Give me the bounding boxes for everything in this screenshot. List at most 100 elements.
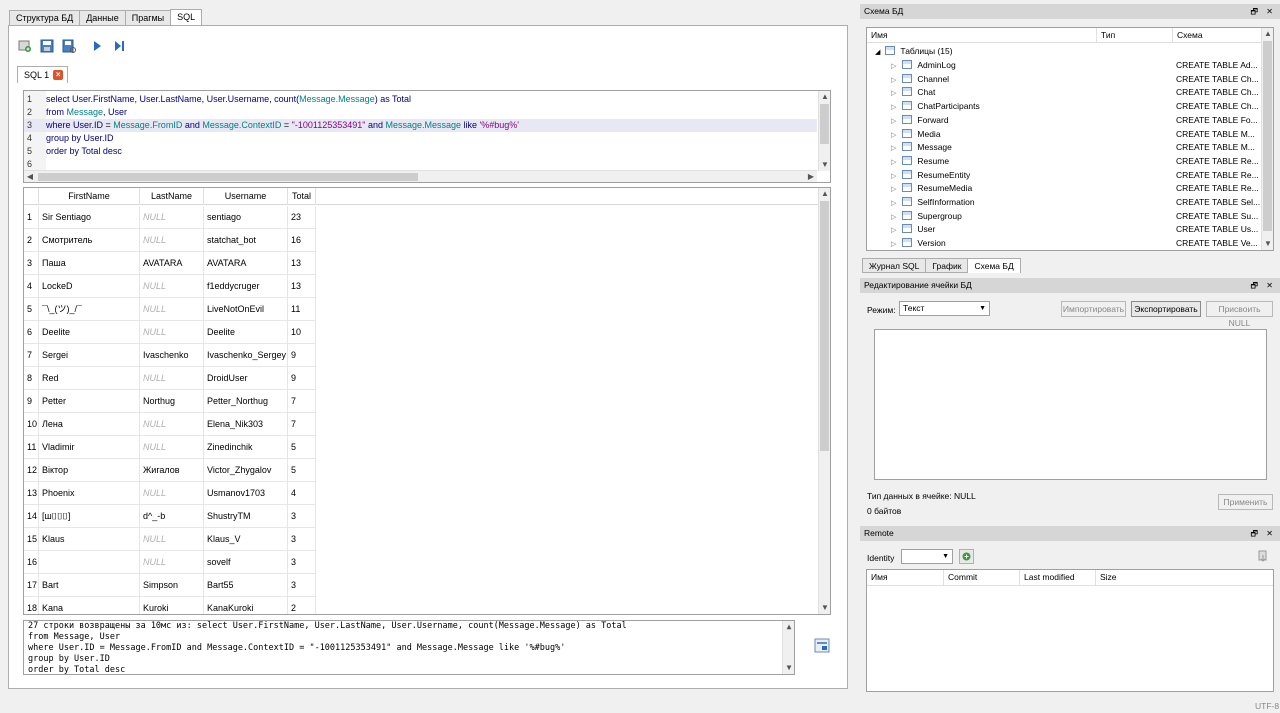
table-row[interactable]: 2 Смотритель NULL statchat_bot 16 [24,229,818,252]
tree-item-table[interactable]: ▷ ResumeMedia CREATE TABLE Re... [867,182,1263,196]
expand-icon[interactable]: ▷ [891,104,896,111]
tab-db-schema[interactable]: Схема БД [967,258,1021,273]
scroll-up-icon[interactable]: ▲ [819,188,830,200]
table-row[interactable]: 1 Sir Sentiago NULL sentiago 23 [24,206,818,229]
table-cell[interactable]: Лена [39,413,140,436]
table-row[interactable]: 8 Red NULL DroidUser 9 [24,367,818,390]
table-cell[interactable]: 11 [288,298,316,321]
column-header[interactable]: Commit [944,570,1020,585]
table-cell[interactable]: Deelite [204,321,288,344]
table-cell[interactable]: f1eddycruger [204,275,288,298]
table-cell[interactable]: 3 [288,528,316,551]
table-row[interactable]: 4 LockeD NULL f1eddycruger 13 [24,275,818,298]
grid-vertical-scrollbar[interactable]: ▲ ▼ [818,188,830,614]
table-cell[interactable]: Bart [39,574,140,597]
column-header[interactable]: Имя [867,28,1097,42]
table-cell[interactable]: Simpson [140,574,204,597]
scroll-thumb[interactable] [38,173,418,181]
expand-icon[interactable]: ▷ [891,241,896,248]
expand-icon[interactable]: ▷ [891,186,896,193]
mode-select[interactable]: Текст ▼ [899,301,990,316]
column-header[interactable]: Имя [867,570,944,585]
tree-item-table[interactable]: ▷ Chat CREATE TABLE Ch... [867,86,1263,100]
table-row[interactable]: 14 [ш⌷⌷⌷] d^_-b ShustryTM 3 [24,505,818,528]
table-cell[interactable]: d^_-b [140,505,204,528]
tree-item-table[interactable]: ▷ Channel CREATE TABLE Ch... [867,73,1263,87]
table-cell[interactable]: LiveNotOnEvil [204,298,288,321]
schema-vertical-scrollbar[interactable]: ▲ ▼ [1261,28,1273,250]
panel-float-close-icon[interactable]: 🗗 ✕ [1251,526,1276,541]
save-icon[interactable] [39,38,55,54]
scroll-up-icon[interactable]: ▲ [783,621,794,633]
tree-item-table[interactable]: ▷ Supergroup CREATE TABLE Su... [867,210,1263,224]
stop-execution-icon[interactable] [814,638,830,656]
set-null-button[interactable]: Присвоить NULL [1206,301,1273,328]
scroll-down-icon[interactable]: ▼ [1262,238,1273,250]
table-row[interactable]: 18 Kana Kuroki KanaKuroki 2 [24,597,818,614]
scroll-down-icon[interactable]: ▼ [819,159,830,171]
table-cell[interactable]: Klaus [39,528,140,551]
table-cell[interactable]: 3 [288,551,316,574]
table-cell[interactable]: NULL [140,275,204,298]
table-cell[interactable]: NULL [140,482,204,505]
panel-float-close-icon[interactable]: 🗗 ✕ [1251,4,1276,19]
table-cell[interactable]: AVATARA [204,252,288,275]
column-header[interactable]: LastName [140,188,204,205]
expand-icon[interactable]: ▷ [891,118,896,125]
table-cell[interactable]: 3 [288,574,316,597]
expand-icon[interactable]: ▷ [891,214,896,221]
execute-line-icon[interactable] [111,38,127,54]
scroll-right-icon[interactable]: ▶ [805,171,817,182]
table-cell[interactable]: 2 [288,597,316,614]
export-button[interactable]: Экспортировать [1131,301,1201,317]
collapse-icon[interactable]: ◢ [875,49,880,56]
scroll-up-icon[interactable]: ▲ [819,91,830,103]
table-cell[interactable]: NULL [140,436,204,459]
save-as-icon[interactable] [61,38,77,54]
table-row[interactable]: 3 Паша AVATARA AVATARA 13 [24,252,818,275]
table-cell[interactable]: NULL [140,413,204,436]
table-cell[interactable]: Victor_Zhygalov [204,459,288,482]
editor-horizontal-scrollbar[interactable]: ◀ ▶ [24,170,817,182]
table-cell[interactable]: Zinedinchik [204,436,288,459]
tab-data[interactable]: Данные [79,10,126,26]
scroll-down-icon[interactable]: ▼ [819,602,830,614]
tree-item-table[interactable]: ▷ User CREATE TABLE Us... [867,223,1263,237]
tree-item-table[interactable]: ▷ AdminLog CREATE TABLE Ad... [867,59,1263,73]
table-cell[interactable]: 7 [288,390,316,413]
cell-editor-textarea[interactable] [874,329,1267,480]
table-cell[interactable]: Klaus_V [204,528,288,551]
table-row[interactable]: 10 Лена NULL Elena_Nik303 7 [24,413,818,436]
table-cell[interactable]: ShustryTM [204,505,288,528]
table-row[interactable]: 15 Klaus NULL Klaus_V 3 [24,528,818,551]
panel-float-close-icon[interactable]: 🗗 ✕ [1251,278,1276,293]
table-cell[interactable]: Kana [39,597,140,614]
table-cell[interactable]: Vladimir [39,436,140,459]
table-cell[interactable]: 13 [288,252,316,275]
table-cell[interactable]: sentiago [204,206,288,229]
table-cell[interactable]: Elena_Nik303 [204,413,288,436]
table-cell[interactable]: [ш⌷⌷⌷] [39,505,140,528]
table-cell[interactable]: 5 [288,459,316,482]
column-header[interactable]: Username [204,188,288,205]
tab-db-structure[interactable]: Структура БД [9,10,81,26]
open-tab-icon[interactable] [17,38,33,54]
table-cell[interactable]: ¯\_(ツ)_/¯ [39,298,140,321]
table-cell[interactable]: sovelf [204,551,288,574]
table-cell[interactable]: Паша [39,252,140,275]
table-row[interactable]: 9 Petter Northug Petter_Northug 7 [24,390,818,413]
expand-icon[interactable]: ▷ [891,90,896,97]
expand-icon[interactable]: ▷ [891,173,896,180]
tree-item-table[interactable]: ▷ ChatParticipants CREATE TABLE Ch... [867,100,1263,114]
table-row[interactable]: 13 Phoenix NULL Usmanov1703 4 [24,482,818,505]
table-cell[interactable]: 7 [288,413,316,436]
sql-editor-tab[interactable]: SQL 1 × [17,66,69,83]
close-icon[interactable]: × [53,70,64,80]
expand-icon[interactable]: ▷ [891,145,896,152]
column-header[interactable]: Схема [1173,28,1263,42]
expand-icon[interactable]: ▷ [891,132,896,139]
log-vertical-scrollbar[interactable]: ▲ ▼ [782,621,794,674]
table-cell[interactable]: Sir Sentiago [39,206,140,229]
tree-item-table[interactable]: ▷ SelfInformation CREATE TABLE Sel... [867,196,1263,210]
tree-item-table[interactable]: ▷ Resume CREATE TABLE Re... [867,155,1263,169]
